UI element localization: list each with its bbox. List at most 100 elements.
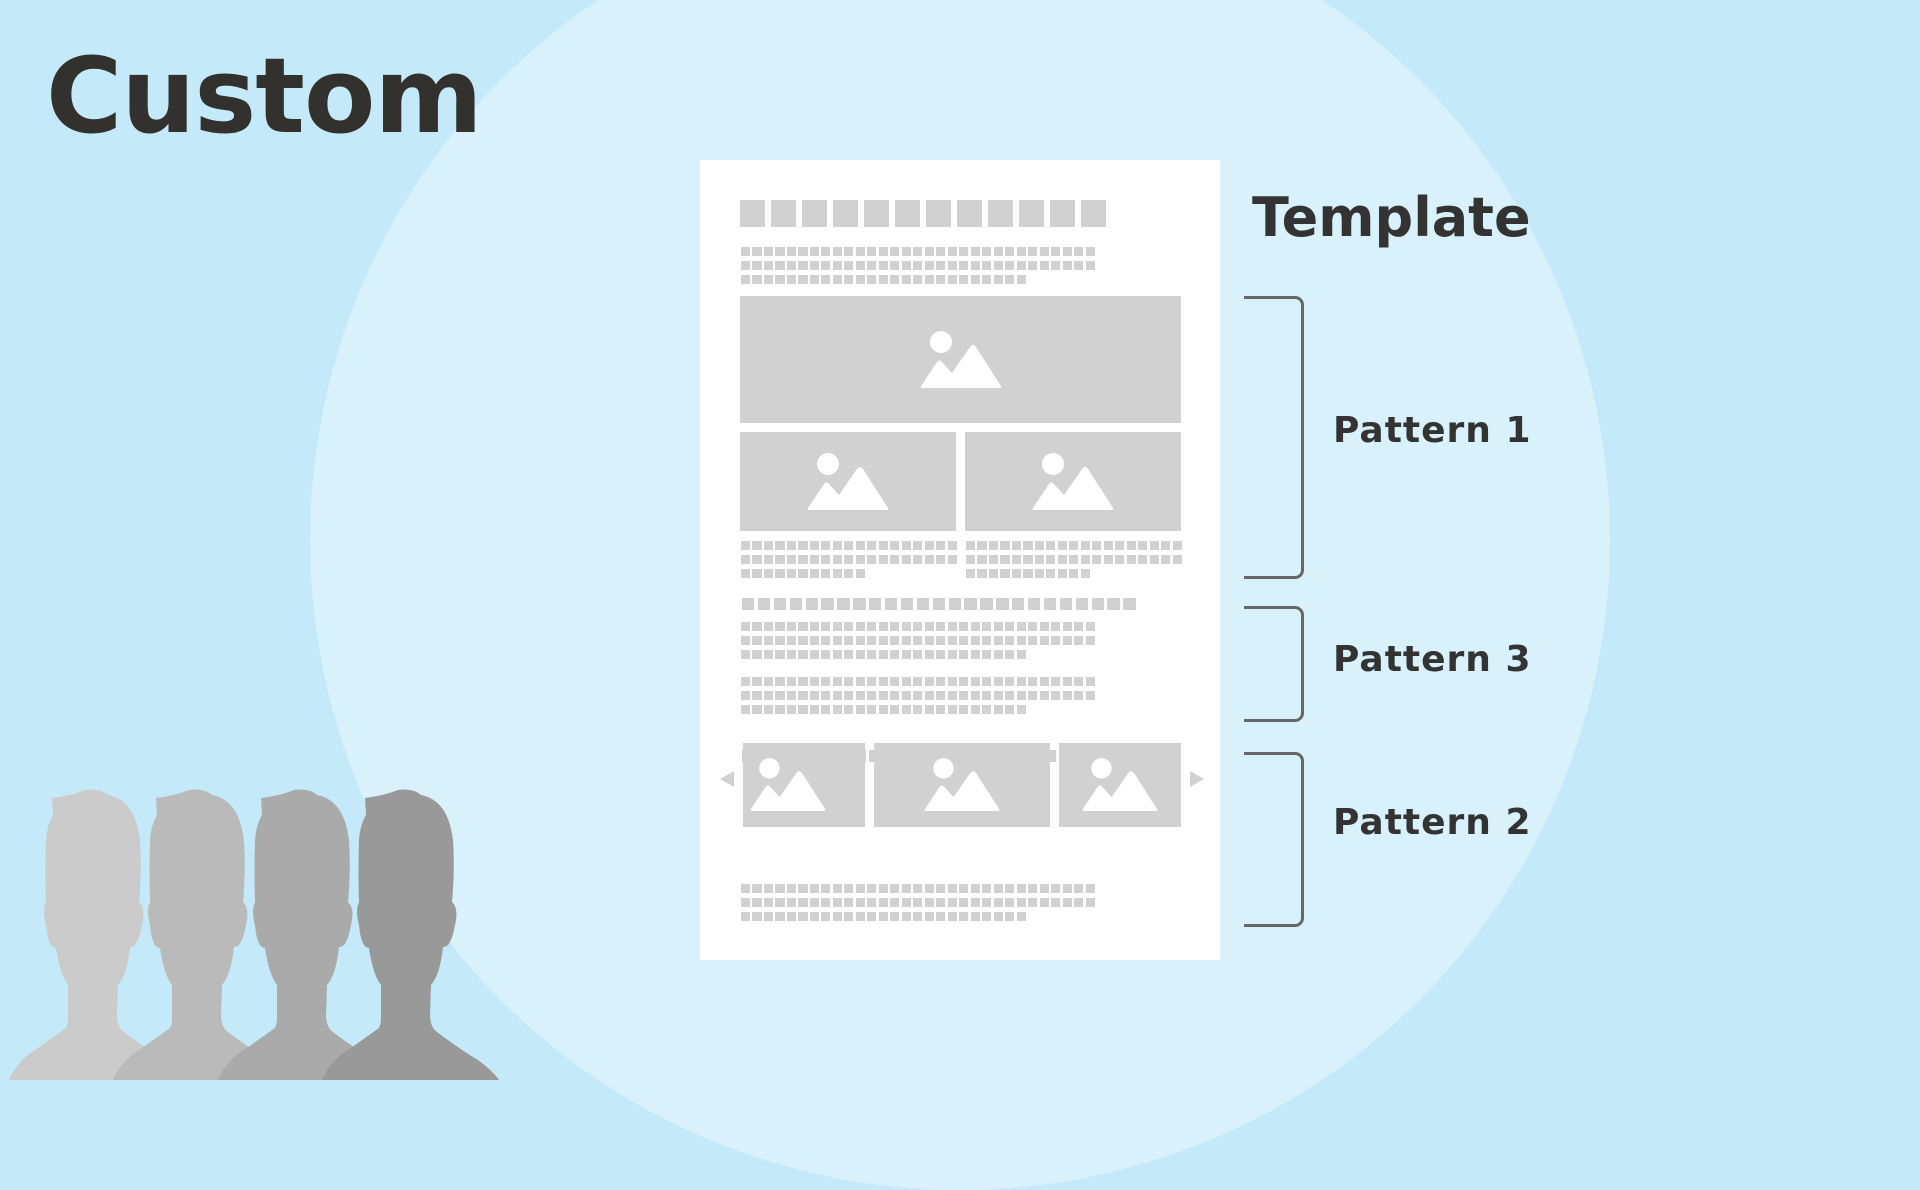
text-block-placeholder (970, 912, 980, 921)
text-block-placeholder (763, 636, 774, 645)
text-block-placeholder (1172, 541, 1182, 550)
pattern-3-bracket (1244, 606, 1304, 722)
text-block-placeholder (993, 912, 1003, 921)
text-block-placeholder (913, 650, 923, 659)
text-block-placeholder (1085, 247, 1095, 256)
text-block-placeholder (890, 275, 900, 284)
text-block-placeholder (924, 691, 934, 700)
text-block-placeholder (844, 650, 854, 659)
text-block-placeholder (1069, 555, 1079, 564)
text-block-placeholder (867, 622, 877, 631)
text-block-placeholder (959, 275, 969, 284)
text-line-placeholder (741, 705, 1026, 714)
text-block-placeholder (1074, 898, 1084, 907)
text-block-placeholder (970, 636, 980, 645)
text-block-placeholder (821, 898, 831, 907)
caption-line-placeholder (741, 569, 865, 578)
text-block-placeholder (936, 541, 946, 550)
text-block-placeholder (1016, 650, 1026, 659)
text-block-placeholder (947, 884, 957, 893)
text-block-placeholder (996, 598, 1009, 610)
text-block-placeholder (798, 884, 808, 893)
doc-heading-placeholder (740, 200, 1106, 227)
text-block-placeholder (855, 622, 865, 631)
text-block-placeholder (878, 912, 888, 921)
text-block-placeholder (855, 261, 865, 270)
text-block-placeholder (1039, 677, 1049, 686)
text-block-placeholder (1039, 622, 1049, 631)
text-block-placeholder (1028, 691, 1038, 700)
text-block-placeholder (763, 541, 774, 550)
text-block-placeholder (821, 636, 831, 645)
text-block-placeholder (1016, 898, 1026, 907)
text-block-placeholder (1000, 569, 1010, 578)
text-block-placeholder (890, 541, 900, 550)
text-block-placeholder (924, 677, 934, 686)
text-block-placeholder (1046, 555, 1056, 564)
image-icon (1032, 452, 1114, 510)
text-block-placeholder (1051, 247, 1061, 256)
text-block-placeholder (913, 705, 923, 714)
text-block-placeholder (970, 622, 980, 631)
text-block-placeholder (786, 622, 797, 631)
text-block-placeholder (947, 622, 957, 631)
text-block-placeholder (752, 705, 762, 714)
text-block-placeholder (1051, 261, 1061, 270)
text-block-placeholder (964, 598, 977, 610)
text-block-placeholder (936, 898, 946, 907)
text-block-placeholder (878, 247, 888, 256)
text-block-placeholder (809, 677, 819, 686)
chevron-left-icon[interactable] (720, 771, 734, 787)
text-block-placeholder (741, 898, 751, 907)
text-block-placeholder (798, 636, 808, 645)
text-block-placeholder (1023, 555, 1033, 564)
text-block-placeholder (844, 275, 854, 284)
template-label: Template (1252, 186, 1531, 249)
text-block-placeholder (786, 912, 797, 921)
text-block-placeholder (890, 650, 900, 659)
heading-block-placeholder (895, 200, 920, 227)
text-block-placeholder (821, 650, 831, 659)
text-block-placeholder (1057, 569, 1067, 578)
caption-line-placeholder (741, 555, 957, 564)
text-block-placeholder (1051, 884, 1061, 893)
text-block-placeholder (786, 569, 797, 578)
chevron-right-icon[interactable] (1190, 771, 1204, 787)
text-block-placeholder (1011, 555, 1022, 564)
text-block-placeholder (901, 261, 911, 270)
text-block-placeholder (763, 691, 774, 700)
text-block-placeholder (901, 898, 911, 907)
text-block-placeholder (947, 636, 957, 645)
text-block-placeholder (752, 677, 762, 686)
text-block-placeholder (959, 622, 969, 631)
text-block-placeholder (821, 247, 831, 256)
text-block-placeholder (924, 636, 934, 645)
text-block-placeholder (867, 275, 877, 284)
text-block-placeholder (798, 555, 808, 564)
text-block-placeholder (798, 898, 808, 907)
text-block-placeholder (982, 677, 992, 686)
text-block-placeholder (988, 541, 999, 550)
text-block-placeholder (855, 555, 865, 564)
text-block-placeholder (993, 261, 1003, 270)
text-block-placeholder (809, 650, 819, 659)
text-block-placeholder (821, 598, 834, 610)
text-block-placeholder (966, 555, 976, 564)
text-block-placeholder (798, 275, 808, 284)
text-block-placeholder (821, 275, 831, 284)
text-block-placeholder (913, 555, 923, 564)
text-block-placeholder (867, 555, 877, 564)
text-block-placeholder (844, 622, 854, 631)
text-block-placeholder (977, 555, 987, 564)
text-block-placeholder (947, 912, 957, 921)
text-block-placeholder (1023, 541, 1033, 550)
text-line-placeholder (741, 912, 1026, 921)
text-block-placeholder (993, 884, 1003, 893)
text-block-placeholder (1092, 541, 1102, 550)
text-block-placeholder (786, 650, 797, 659)
text-block-placeholder (977, 541, 987, 550)
text-block-placeholder (982, 884, 992, 893)
text-block-placeholder (798, 247, 808, 256)
text-block-placeholder (763, 261, 774, 270)
text-block-placeholder (966, 541, 976, 550)
